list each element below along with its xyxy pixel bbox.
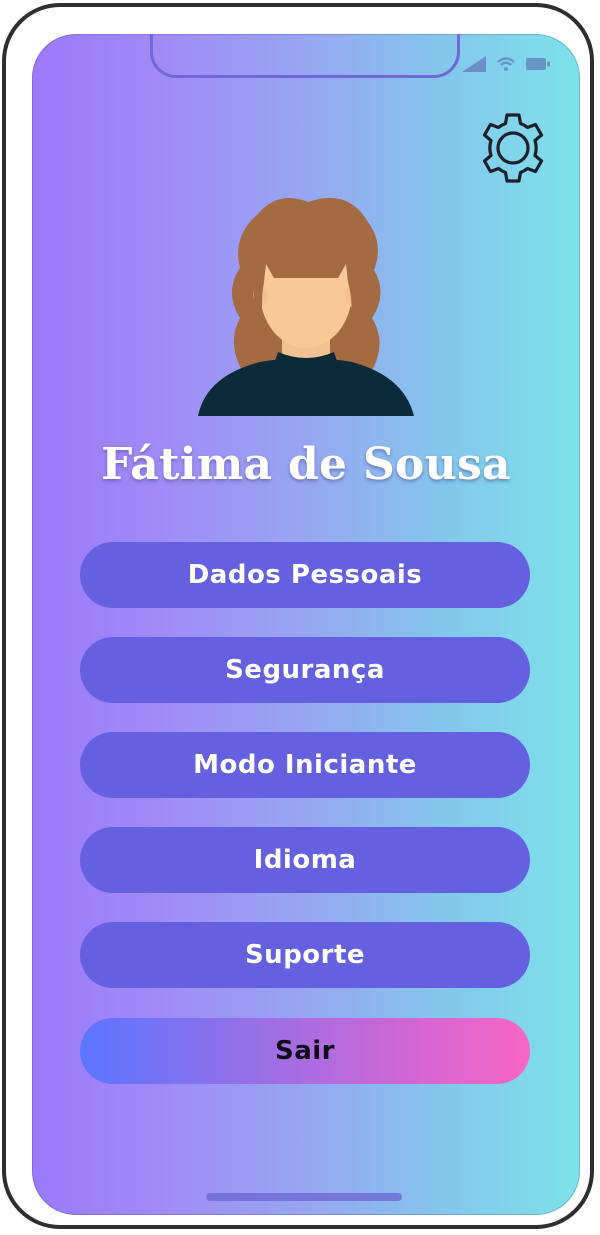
language-button[interactable]: Idioma (80, 827, 530, 893)
personal-data-button[interactable]: Dados Pessoais (80, 542, 530, 608)
home-indicator[interactable] (206, 1193, 402, 1201)
battery-icon (526, 58, 550, 70)
signal-icon (462, 56, 486, 72)
profile-screen: Fátima de Sousa Dados Pessoais Segurança… (32, 34, 580, 1215)
gear-icon[interactable] (476, 111, 550, 185)
beginner-mode-button[interactable]: Modo Iniciante (80, 732, 530, 798)
user-name: Fátima de Sousa (101, 439, 511, 490)
avatar (198, 197, 414, 416)
status-bar (462, 56, 550, 72)
phone-notch (150, 34, 460, 78)
security-button[interactable]: Segurança (80, 637, 530, 703)
support-button[interactable]: Suporte (80, 922, 530, 988)
phone-frame: Fátima de Sousa Dados Pessoais Segurança… (2, 3, 594, 1229)
wifi-icon (497, 57, 515, 71)
logout-button[interactable]: Sair (80, 1018, 530, 1084)
